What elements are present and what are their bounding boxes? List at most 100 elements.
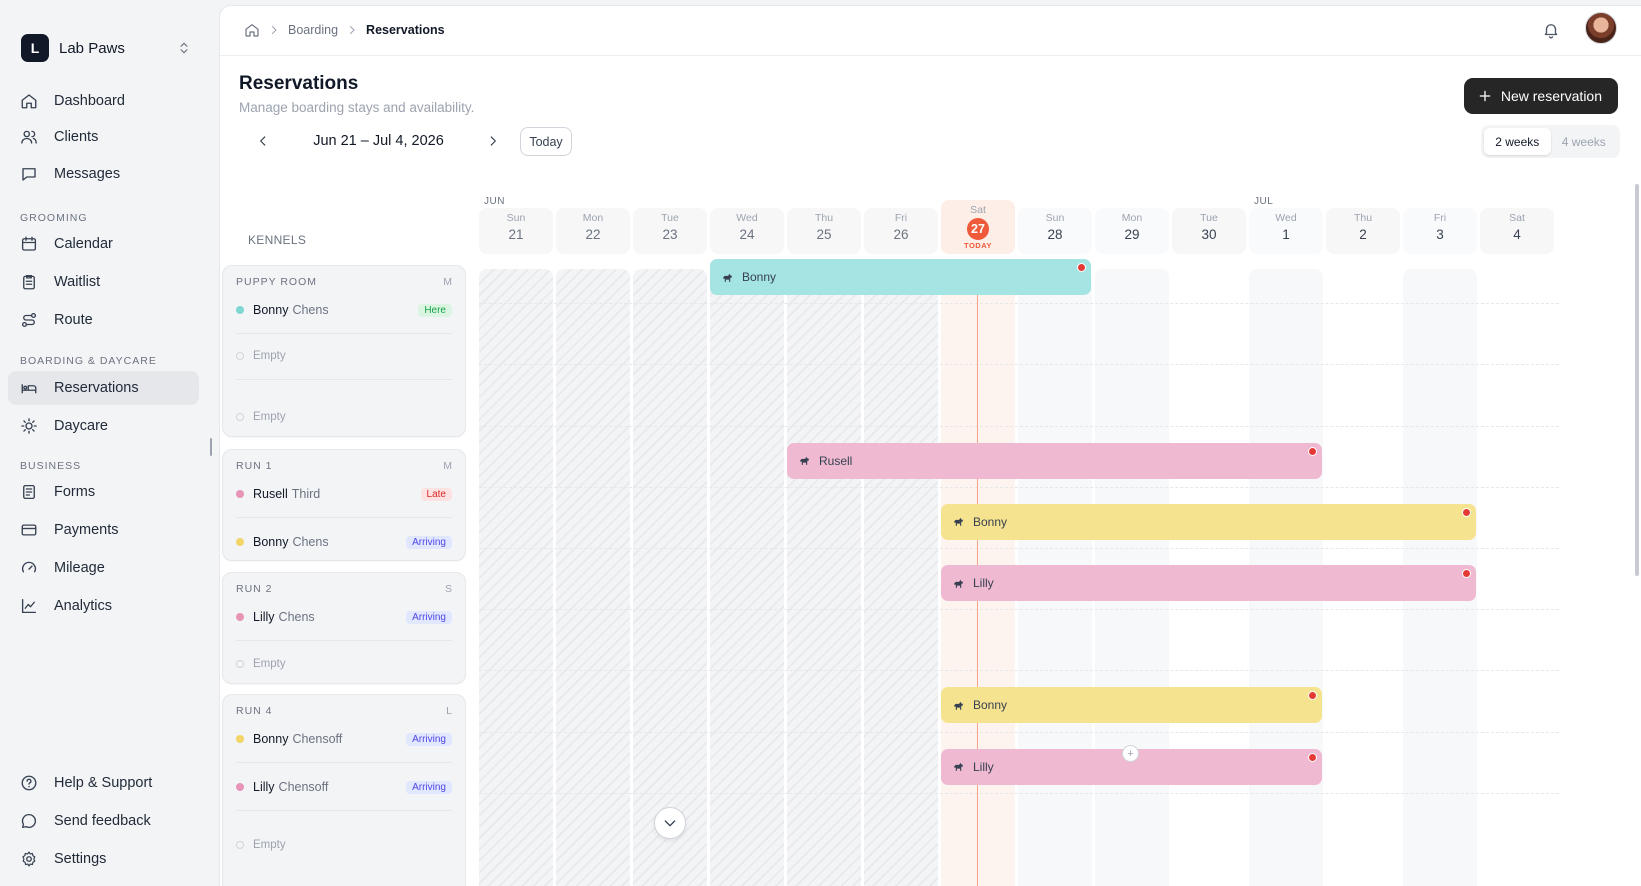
kennel-name: RUN 2 <box>236 583 273 595</box>
today-button[interactable]: Today <box>520 127 572 156</box>
day-number: 29 <box>1124 227 1140 242</box>
alert-dot <box>1308 691 1318 701</box>
bell-icon[interactable] <box>1542 21 1560 39</box>
kennel-slot[interactable]: Lilly Chensoff Arriving <box>236 777 452 811</box>
pet-name: Lilly <box>253 610 275 624</box>
chevron-right-icon[interactable] <box>486 134 500 148</box>
day-number: 1 <box>1282 227 1290 242</box>
kennel-slot-empty[interactable]: Empty <box>236 835 452 855</box>
reservation-bar[interactable]: Bonny <box>941 503 1477 540</box>
nav-label: Forms <box>54 484 96 500</box>
kennel-card-run-4: RUN 4 L Bonny Chensoff Arriving Lilly Ch… <box>222 694 466 886</box>
nav-item-messages[interactable]: Messages <box>8 157 199 191</box>
nav-item-reservations[interactable]: Reservations <box>8 371 199 405</box>
nav-item-feedback[interactable]: Send feedback <box>8 804 199 838</box>
kennel-slot[interactable]: Bonny Chensoff Arriving <box>236 729 452 763</box>
day-header[interactable]: Thu 25 <box>787 208 861 254</box>
day-header[interactable]: Wed 24 <box>710 208 784 254</box>
pet-name: Lilly <box>253 780 275 794</box>
nav-item-clients[interactable]: Clients <box>8 120 199 154</box>
day-header[interactable]: Sat 4 <box>1480 208 1554 254</box>
nav-item-mileage[interactable]: Mileage <box>8 551 199 585</box>
nav-item-calendar[interactable]: Calendar <box>8 227 199 261</box>
new-reservation-button[interactable]: New reservation <box>1463 78 1618 114</box>
row-divider <box>479 609 1559 611</box>
avatar[interactable] <box>1585 12 1617 44</box>
kennel-slot-empty[interactable]: Empty <box>236 654 452 674</box>
add-reservation-dot[interactable]: + <box>1122 745 1139 762</box>
kennel-slot[interactable]: Bonny Chens Here <box>236 300 452 334</box>
day-header[interactable]: Thu 2 <box>1326 208 1400 254</box>
day-header[interactable]: Mon 29 <box>1095 208 1169 254</box>
day-header[interactable]: Sun 21 <box>479 208 553 254</box>
view-4-weeks[interactable]: 4 weeks <box>1551 128 1618 155</box>
reservation-bar[interactable]: Bonny <box>710 259 1092 295</box>
breadcrumb-current: Reservations <box>366 23 445 37</box>
nav-item-daycare[interactable]: Daycare <box>8 409 199 443</box>
reservation-bar[interactable]: Lilly <box>941 565 1477 601</box>
nav-item-settings[interactable]: Settings <box>8 842 199 876</box>
reservation-pet-name: Lilly <box>973 759 994 774</box>
day-header[interactable]: Sun 28 <box>1018 208 1092 254</box>
breadcrumb-boarding[interactable]: Boarding <box>288 23 338 37</box>
nav-item-help[interactable]: Help & Support <box>8 766 199 800</box>
kennel-size: S <box>444 583 452 595</box>
kennel-header: RUN 4 L <box>236 705 452 717</box>
kennel-slot-empty[interactable]: Empty <box>236 407 452 427</box>
vertical-scrollbar[interactable] <box>1635 184 1639 576</box>
scroll-down-button[interactable] <box>654 807 686 839</box>
month-label: JUL <box>1254 196 1274 207</box>
nav-item-payments[interactable]: Payments <box>8 513 199 547</box>
nav-section-boarding: BOARDING & DAYCARE <box>20 355 157 367</box>
nav-item-waitlist[interactable]: Waitlist <box>8 265 199 299</box>
pet-color-dot <box>236 490 244 498</box>
day-header[interactable]: Tue 30 <box>1172 208 1246 254</box>
status-badge: Arriving <box>406 535 452 549</box>
nav-label: Route <box>54 312 93 328</box>
nav-item-route[interactable]: Route <box>8 303 199 337</box>
reservation-bar[interactable]: Bonny <box>941 687 1323 724</box>
sun-icon <box>20 417 38 435</box>
view-2-weeks[interactable]: 2 weeks <box>1484 128 1551 155</box>
org-switcher[interactable]: L Lab Paws <box>21 34 191 62</box>
bed-icon <box>20 379 38 397</box>
page-subtitle: Manage boarding stays and availability. <box>239 100 475 115</box>
reservation-pet-name: Bonny <box>742 270 777 284</box>
day-number: 25 <box>816 227 832 242</box>
day-header[interactable]: Fri 26 <box>864 208 938 254</box>
alert-dot <box>1308 752 1318 762</box>
day-header[interactable]: Mon 22 <box>556 208 630 254</box>
chevron-left-icon[interactable] <box>256 134 270 148</box>
day-header[interactable]: Tue 23 <box>633 208 707 254</box>
kennel-size: M <box>443 460 452 472</box>
sidebar-resize-handle[interactable] <box>210 438 212 456</box>
empty-label: Empty <box>253 658 286 670</box>
kennel-slot[interactable]: Rusell Third Late <box>236 484 452 518</box>
nav-item-forms[interactable]: Forms <box>8 475 199 509</box>
pet-color-dot <box>236 538 244 546</box>
status-badge: Late <box>420 487 452 501</box>
kennel-slot-empty[interactable]: Empty <box>236 346 452 380</box>
nav-item-analytics[interactable]: Analytics <box>8 589 199 623</box>
row-divider <box>479 792 1559 794</box>
nav-label: Clients <box>54 129 99 145</box>
nav-section-business: BUSINESS <box>20 460 82 472</box>
empty-dot <box>236 352 244 360</box>
feedback-icon <box>20 812 38 830</box>
kennel-slot[interactable]: Bonny Chens Arriving <box>236 532 452 552</box>
calendar-icon <box>20 235 38 253</box>
pet-owner: Chens <box>278 610 315 624</box>
home-icon[interactable] <box>244 22 260 38</box>
breadcrumb: Boarding Reservations <box>244 22 445 38</box>
day-header[interactable]: Wed 1 <box>1249 208 1323 254</box>
row-divider <box>479 731 1559 733</box>
reservation-bar[interactable]: Rusell <box>787 442 1323 479</box>
chevron-right-icon <box>268 24 280 36</box>
kennel-slot[interactable]: Lilly Chens Arriving <box>236 607 452 641</box>
day-header[interactable]: Fri 3 <box>1403 208 1477 254</box>
help-icon <box>20 774 38 792</box>
nav-item-dashboard[interactable]: Dashboard <box>8 84 199 118</box>
row-divider <box>479 548 1559 549</box>
day-header[interactable]: Sat 27 TODAY <box>941 200 1015 254</box>
date-range-label: Jun 21 – Jul 4, 2026 <box>313 133 444 149</box>
